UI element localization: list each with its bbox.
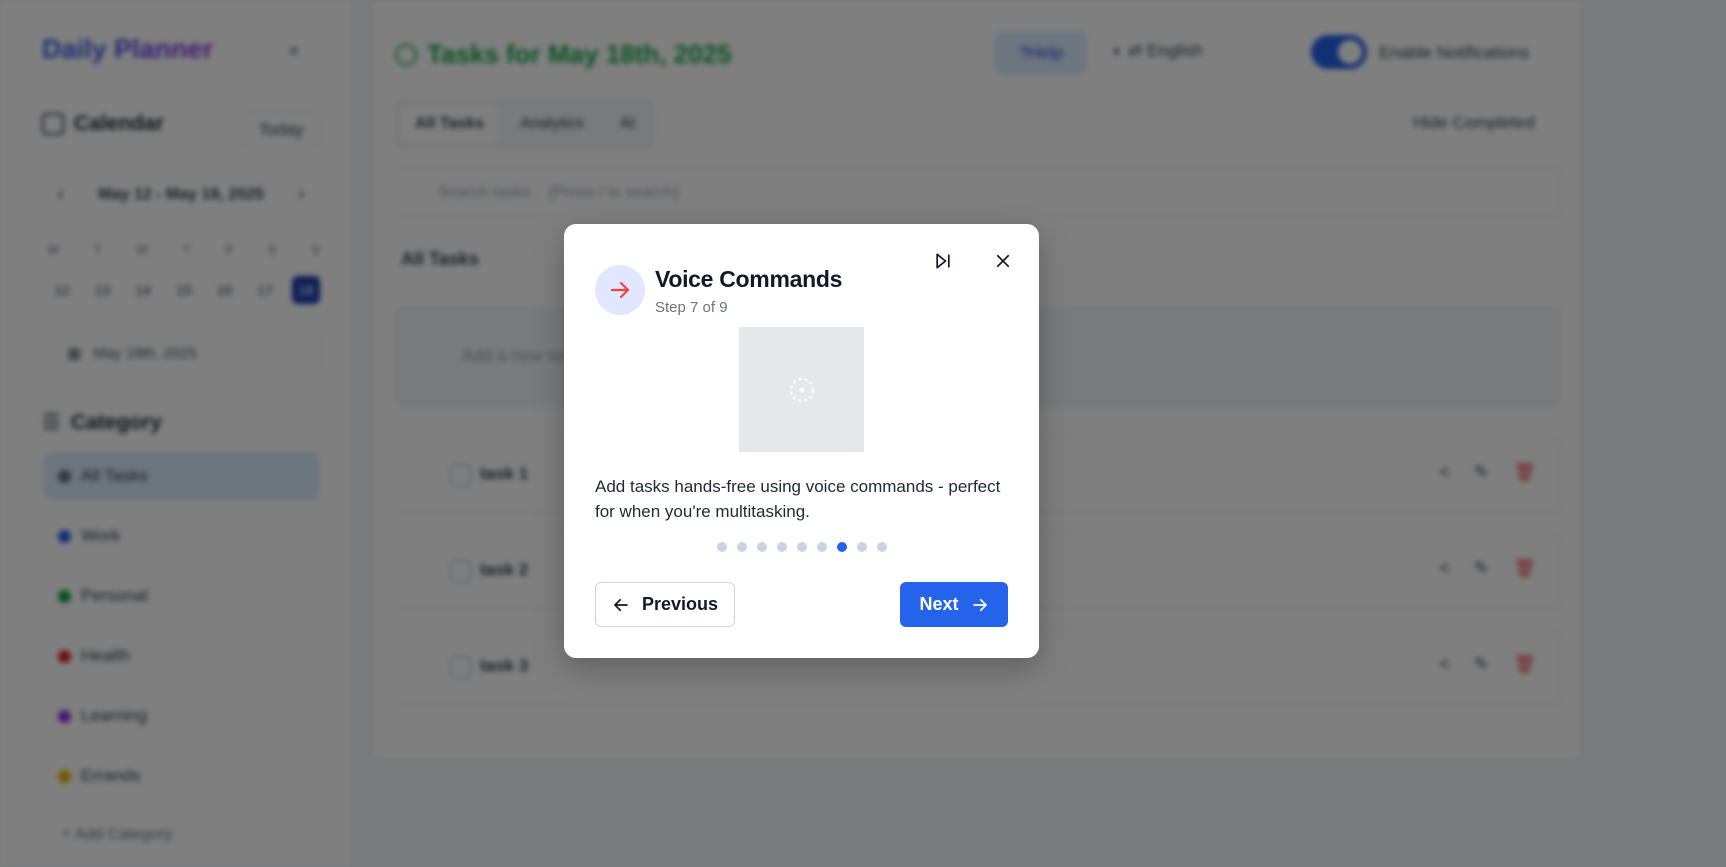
tour-description: Add tasks hands-free using voice command… — [595, 477, 1001, 521]
previous-label: Previous — [641, 594, 719, 614]
progress-dot — [796, 542, 807, 552]
progress-dot — [716, 542, 727, 552]
next-button[interactable]: Next — [900, 582, 1008, 627]
arrow-right-icon — [972, 598, 987, 611]
progress-dot — [816, 542, 827, 552]
arrow-right-icon — [610, 281, 630, 299]
skip-forward-icon — [936, 253, 950, 269]
tour-illustration — [739, 327, 864, 452]
progress-dot — [736, 542, 747, 552]
next-label: Next — [919, 594, 959, 614]
tour-title: Voice Commands — [655, 266, 843, 292]
progress-dot — [876, 542, 887, 552]
previous-button[interactable]: Previous — [595, 582, 735, 627]
step-icon-badge — [595, 265, 645, 315]
tour-dialog: Voice Commands Step 7 of 9 Add tasks han… — [564, 224, 1039, 658]
skip-tour-button[interactable] — [928, 246, 958, 276]
arrow-left-icon — [614, 598, 628, 611]
progress-dot — [776, 542, 787, 552]
tour-progress-dots — [564, 542, 1039, 552]
tour-step-counter: Step 7 of 9 — [655, 299, 728, 316]
close-tour-button[interactable] — [988, 246, 1018, 276]
close-icon — [996, 254, 1010, 268]
progress-dot-active — [836, 542, 847, 552]
progress-dot — [856, 542, 867, 552]
loading-spinner-icon — [789, 377, 814, 402]
progress-dot — [756, 542, 767, 552]
